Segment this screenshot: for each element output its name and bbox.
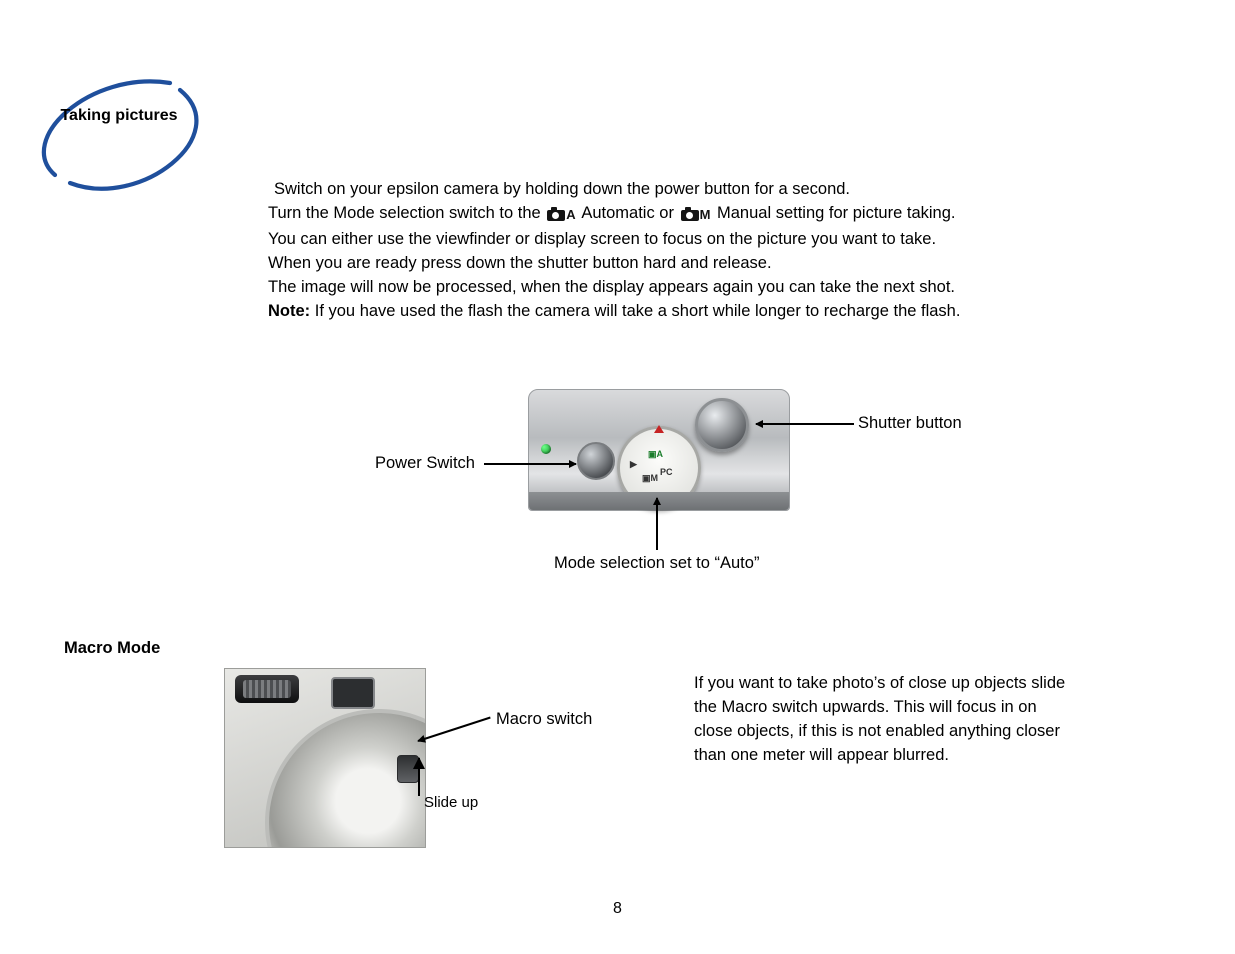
- note-line: Note: If you have used the flash the cam…: [268, 300, 1048, 324]
- instruction-text: Switch on your epsilon camera by holding…: [268, 178, 1048, 324]
- flash-icon: [235, 675, 299, 703]
- callout-power: Power Switch: [375, 454, 475, 473]
- manual-page: Taking pictures Switch on your epsilon c…: [0, 0, 1235, 954]
- instruction-line: Turn the Mode selection switch to the A …: [268, 202, 1048, 228]
- leader-line: [656, 498, 658, 550]
- callout-macro: Macro switch: [496, 710, 592, 729]
- camera-front-figure: [224, 668, 426, 848]
- instruction-line: The image will now be processed, when th…: [268, 276, 1048, 300]
- callout-shutter: Shutter button: [858, 414, 962, 433]
- camera-top-body: ▣A PC ▣M ▶: [528, 389, 790, 511]
- page-number: 8: [0, 900, 1235, 918]
- status-led-icon: [541, 444, 551, 454]
- power-button-graphic: [577, 442, 615, 480]
- callout-mode: Mode selection set to “Auto”: [554, 554, 759, 573]
- orbit-icon: [30, 65, 208, 197]
- leader-line: [756, 423, 854, 425]
- section-title: Taking pictures: [30, 107, 208, 125]
- macro-paragraph: If you want to take photo’s of close up …: [694, 672, 1074, 768]
- leader-line: [418, 717, 491, 742]
- leader-line: [484, 463, 576, 465]
- slide-up-arrow-icon: [418, 758, 420, 796]
- note-label: Note:: [268, 302, 310, 320]
- macro-title: Macro Mode: [64, 639, 160, 658]
- camera-top-figure: ▣A PC ▣M ▶: [528, 389, 788, 509]
- camera-auto-icon: A: [547, 204, 575, 228]
- camera-manual-icon: M: [681, 204, 711, 228]
- section-header: Taking pictures: [30, 65, 208, 197]
- shutter-button-graphic: [695, 398, 749, 452]
- instruction-line: You can either use the viewfinder or dis…: [268, 228, 1048, 252]
- callout-slide: Slide up: [424, 794, 478, 811]
- instruction-line: Switch on your epsilon camera by holding…: [268, 178, 1048, 202]
- instruction-line: When you are ready press down the shutte…: [268, 252, 1048, 276]
- viewfinder-icon: [331, 677, 375, 709]
